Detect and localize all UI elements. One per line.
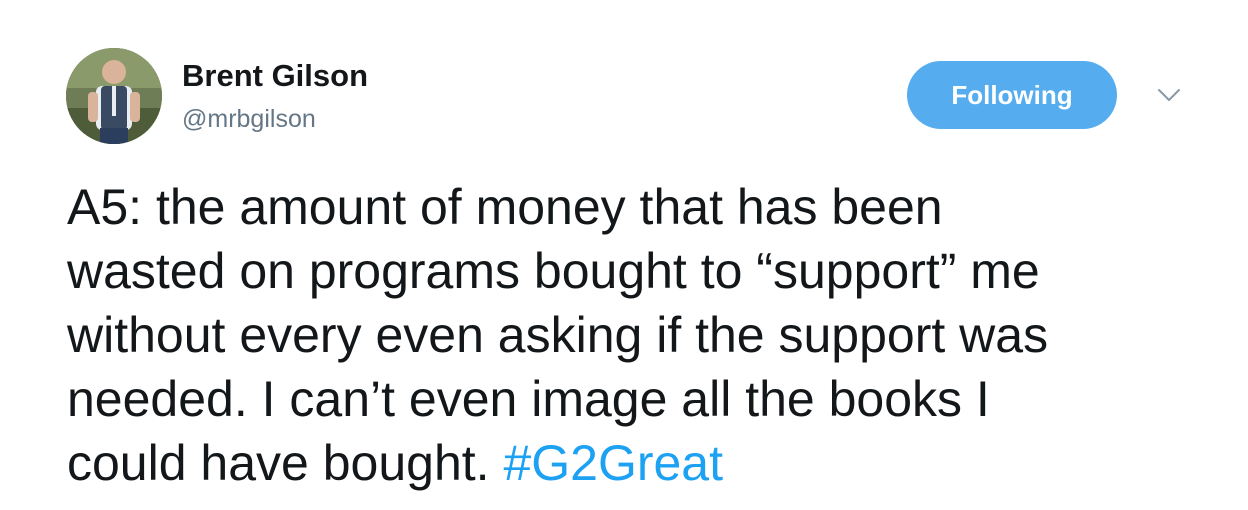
- author-avatar[interactable]: [66, 48, 162, 144]
- tweet-text-line: needed. I can’t even image all the books…: [67, 371, 990, 427]
- chevron-down-icon: [1158, 89, 1180, 101]
- tweet-menu-button[interactable]: [1155, 84, 1183, 106]
- tweet-text-line: A5: the amount of money that has been: [67, 179, 943, 235]
- tweet-text-segment: could have bought.: [67, 435, 504, 491]
- tweet-text: A5: the amount of money that has been wa…: [67, 175, 1217, 495]
- tweet-card: Brent Gilson @mrbgilson Following A5: th…: [0, 0, 1248, 510]
- tweet-text-line: without every even asking if the support…: [67, 307, 1049, 363]
- hashtag-link[interactable]: #G2Great: [503, 435, 723, 491]
- tweet-text-line: wasted on programs bought to “support” m…: [67, 243, 1040, 299]
- avatar-photo-icon: [66, 48, 162, 144]
- tweet-text-last-line: could have bought. #G2Great: [67, 431, 1217, 495]
- following-button[interactable]: Following: [907, 61, 1117, 129]
- author-handle[interactable]: @mrbgilson: [182, 104, 316, 134]
- author-display-name[interactable]: Brent Gilson: [182, 58, 368, 94]
